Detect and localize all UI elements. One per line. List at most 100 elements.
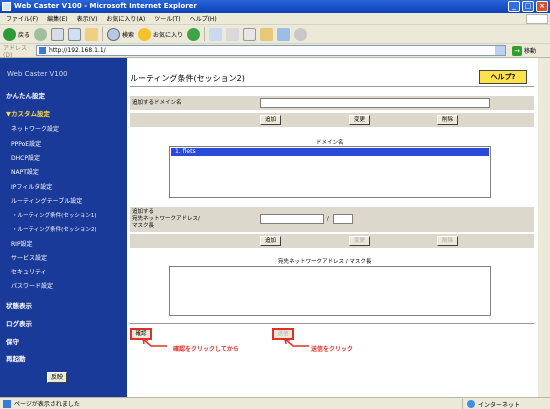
go-arrow-icon: → <box>512 45 522 56</box>
ie-app-icon <box>2 2 11 11</box>
sidebar-item-routing-session2[interactable]: ・ルーティング条件(セッション2) <box>12 225 96 233</box>
change-network-button: 変更 <box>349 236 370 246</box>
domain-list-caption: ドメイン名 <box>316 140 344 146</box>
menu-bar: ファイル(F) 編集(E) 表示(V) お気に入り(A) ツール(T) ヘルプ(… <box>0 13 550 25</box>
network-listbox[interactable] <box>169 266 491 316</box>
search-button[interactable]: 検索 <box>107 27 135 41</box>
sidebar-item-log[interactable]: ログ表示 <box>6 318 32 328</box>
favorites-button[interactable]: お気に入り <box>138 27 184 41</box>
menu-file[interactable]: ファイル(F) <box>6 14 38 23</box>
confirm-annotation: 確認をクリックしてから <box>173 346 239 353</box>
network-address-input[interactable] <box>260 214 324 224</box>
domain-button-row <box>130 113 534 127</box>
sidebar-item-reboot[interactable]: 再起動 <box>6 353 26 363</box>
network-button-row <box>130 234 534 248</box>
sidebar: Web Caster V100 かんたん設定 ▼カスタム設定 ネットワーク設定 … <box>0 58 127 397</box>
forward-arrow-icon[interactable] <box>34 27 48 41</box>
star-icon <box>138 27 152 41</box>
maximize-button[interactable]: □ <box>522 1 534 12</box>
menu-view[interactable]: 表示(V) <box>77 14 98 23</box>
address-label: アドレス(D) <box>3 44 28 59</box>
address-input[interactable]: http://192.168.1.1/ <box>36 45 506 56</box>
sidebar-item-service[interactable]: サービス設定 <box>11 253 47 262</box>
history-icon[interactable] <box>187 27 201 41</box>
stop-icon[interactable] <box>51 27 65 41</box>
delete-network-button: 削除 <box>437 236 458 246</box>
toolbar-separator <box>102 27 104 41</box>
edit-icon[interactable] <box>243 27 257 41</box>
sidebar-item-rip[interactable]: RIP設定 <box>11 239 33 248</box>
add-network-button[interactable]: 追加 <box>260 236 281 246</box>
sidebar-brand: Web Caster V100 <box>7 70 68 78</box>
status-text: ページが表示されました <box>14 401 80 408</box>
windows-logo-icon <box>526 14 548 24</box>
menu-help[interactable]: ヘルプ(H) <box>190 14 217 23</box>
browser-toolbar: 戻る 検索 お気に入り <box>0 25 550 44</box>
domain-input[interactable] <box>260 98 490 108</box>
discuss-icon[interactable] <box>294 27 308 41</box>
sidebar-item-routing-session1[interactable]: ・ルーティング条件(セッション1) <box>12 211 96 219</box>
help-button[interactable]: ヘルプ? <box>479 70 527 84</box>
mask-length-input[interactable] <box>333 214 353 224</box>
apply-button[interactable]: 反映 <box>47 372 67 383</box>
sidebar-item-security[interactable]: セキュリティ <box>11 267 47 276</box>
delete-domain-button[interactable]: 削除 <box>437 115 458 125</box>
refresh-icon[interactable] <box>68 27 82 41</box>
sidebar-item-custom-setup[interactable]: ▼カスタム設定 <box>6 108 50 118</box>
network-label-3: マスク長 <box>132 223 155 229</box>
arrow-to-confirm-icon <box>142 338 167 347</box>
home-icon[interactable] <box>85 27 99 41</box>
menu-edit[interactable]: 編集(E) <box>47 14 67 23</box>
address-bar: アドレス(D) http://192.168.1.1/ → 移動 <box>0 44 550 59</box>
page-icon <box>39 47 46 54</box>
folder-icon[interactable] <box>260 27 274 41</box>
sidebar-item-pppoe[interactable]: PPPoE設定 <box>11 139 41 148</box>
minimize-button[interactable]: _ <box>508 1 520 12</box>
domain-list-item-selected[interactable]: 1. flets <box>171 148 489 156</box>
go-label: 移動 <box>524 48 537 55</box>
sidebar-item-routing-table[interactable]: ルーティングテーブル設定 <box>11 196 82 205</box>
security-zone: インターネット <box>462 399 520 409</box>
menu-tools[interactable]: ツール(T) <box>154 14 180 23</box>
back-button[interactable]: 戻る <box>3 27 31 41</box>
menu-favorites[interactable]: お気に入り(A) <box>106 14 145 23</box>
zone-label: インターネット <box>478 401 521 409</box>
globe-icon <box>467 400 475 408</box>
go-button[interactable]: → 移動 <box>512 45 537 56</box>
domain-label: 追加するドメイン名 <box>132 100 182 106</box>
sidebar-item-maintenance[interactable]: 保守 <box>6 336 19 346</box>
address-url: http://192.168.1.1/ <box>49 47 106 54</box>
main-panel: ルーティング条件(セッション2) ヘルプ? 追加するドメイン名 追加 変更 削除… <box>127 58 538 397</box>
window-title: Web Caster V100 - Microsoft Internet Exp… <box>14 2 197 10</box>
chevron-down-icon[interactable] <box>495 46 505 55</box>
sidebar-item-password[interactable]: パスワード設定 <box>11 281 53 290</box>
close-button[interactable]: × <box>536 1 548 12</box>
sidebar-item-ip-filter[interactable]: IPフィルタ設定 <box>11 182 52 191</box>
domain-listbox[interactable]: 1. flets <box>169 146 491 198</box>
page-done-icon <box>3 399 11 408</box>
add-domain-button[interactable]: 追加 <box>260 115 281 125</box>
messenger-icon[interactable] <box>277 27 291 41</box>
sidebar-item-network[interactable]: ネットワーク設定 <box>11 124 59 133</box>
change-domain-button[interactable]: 変更 <box>349 115 370 125</box>
send-annotation: 送信をクリック <box>311 346 354 353</box>
favorites-label: お気に入り <box>153 31 184 39</box>
back-label: 戻る <box>18 31 31 39</box>
mail-icon[interactable] <box>209 27 223 41</box>
sidebar-item-napt[interactable]: NAPT設定 <box>11 167 39 176</box>
window-title-bar: Web Caster V100 - Microsoft Internet Exp… <box>0 0 550 13</box>
page-title: ルーティング条件(セッション2) <box>130 74 245 83</box>
network-list-caption: 宛先ネットワークアドレス / マスク長 <box>278 259 372 265</box>
print-icon[interactable] <box>226 27 240 41</box>
toolbar-separator <box>204 27 206 41</box>
search-label: 検索 <box>122 31 135 39</box>
sidebar-item-status[interactable]: 状態表示 <box>6 300 32 310</box>
network-label-2: 宛先ネットワークアドレス/ <box>132 216 200 222</box>
sidebar-item-dhcp[interactable]: DHCP設定 <box>11 153 40 162</box>
network-label-1: 追加する <box>132 209 155 215</box>
status-bar: ページが表示されました インターネット <box>0 397 550 409</box>
sidebar-item-easy-setup[interactable]: かんたん設定 <box>6 90 45 100</box>
search-icon <box>107 27 121 41</box>
slash-separator: / <box>327 216 329 222</box>
page-content: Web Caster V100 かんたん設定 ▼カスタム設定 ネットワーク設定 … <box>0 58 550 397</box>
